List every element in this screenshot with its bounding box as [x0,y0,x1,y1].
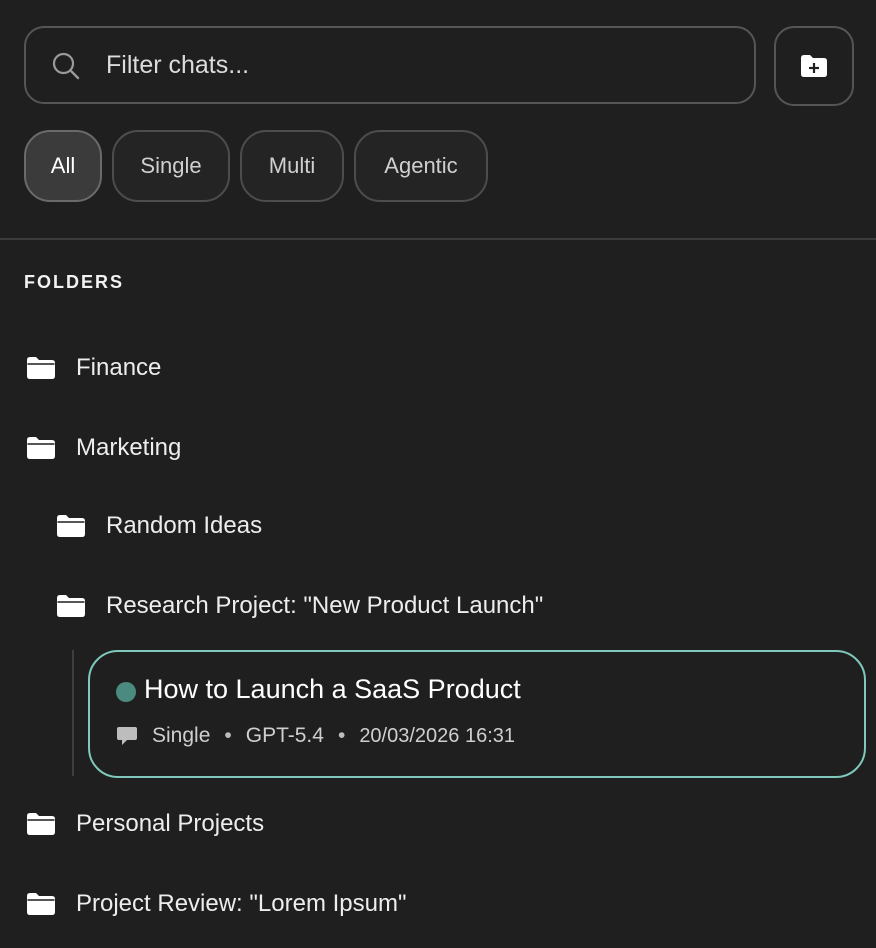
search-box[interactable] [24,26,756,104]
folder-label: Project Review: "Lorem Ipsum" [76,890,407,917]
folder-icon [27,437,55,459]
chat-title: How to Launch a SaaS Product [144,674,521,704]
folder-label: Marketing [76,434,182,461]
folder-research-project[interactable]: Research Project: "New Product Launch" [56,592,543,620]
folder-label: Personal Projects [76,810,265,837]
folder-icon [27,813,55,835]
filter-chips: All Single Multi Agentic [24,130,488,202]
meta-separator: • [337,724,346,747]
new-folder-button[interactable] [774,26,854,106]
folder-icon [27,357,55,379]
status-dot [116,682,136,702]
chat-sidebar-panel: All Single Multi Agentic FOLDERS Finance… [0,0,876,948]
folder-icon [57,595,85,617]
chat-timestamp: 20/03/2026 16:31 [359,724,516,747]
folder-marketing[interactable]: Marketing [26,434,181,462]
folder-random-ideas[interactable]: Random Ideas [56,512,262,540]
folder-finance[interactable]: Finance [26,354,161,382]
chat-model: GPT-5.4 [245,724,324,747]
folder-personal-projects[interactable]: Personal Projects [26,810,264,838]
search-icon [52,52,80,80]
filter-chip-multi[interactable]: Multi [240,130,344,202]
filter-chip-agentic[interactable]: Agentic [354,130,488,202]
folders-section-title: FOLDERS [24,272,125,292]
filter-chip-all[interactable]: All [24,130,102,202]
folder-plus-icon [801,55,827,77]
divider [0,238,876,240]
chat-bubble-icon [117,727,137,745]
chat-meta: Single • GPT-5.4 • 20/03/2026 16:31 [116,724,515,748]
folder-icon [57,515,85,537]
tree-indent-line [72,650,74,776]
chat-item-selected[interactable]: How to Launch a SaaS Product Single • GP… [88,650,866,778]
folder-label: Random Ideas [106,512,263,539]
search-input[interactable] [106,28,726,102]
folder-label: Research Project: "New Product Launch" [106,592,544,619]
folder-icon [27,893,55,915]
chat-type: Single [152,724,211,747]
filter-chip-single[interactable]: Single [112,130,230,202]
folder-project-review[interactable]: Project Review: "Lorem Ipsum" [26,890,406,918]
meta-separator: • [224,724,232,747]
folder-label: Finance [76,354,162,381]
